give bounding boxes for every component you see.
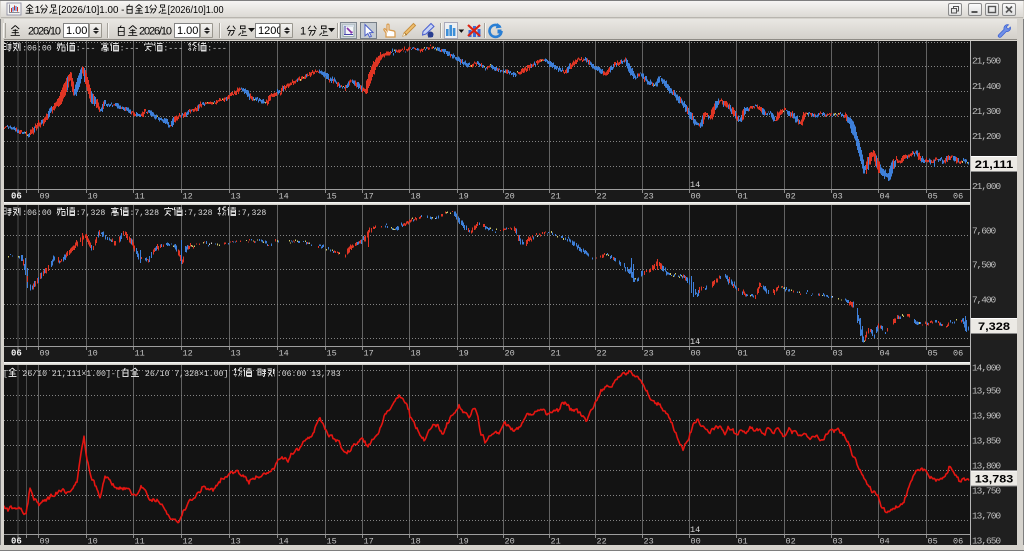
- svg-text:1: 1: [144, 4, 150, 16]
- svg-text:1: 1: [300, 26, 306, 38]
- svg-text:[2026/10]1.00 -: [2026/10]1.00 -: [58, 4, 124, 16]
- svg-text:2026/10: 2026/10: [28, 26, 61, 38]
- svg-text:2026/10: 2026/10: [139, 26, 172, 38]
- svg-text:1: 1: [35, 4, 41, 16]
- svg-text:[2026/10]1.00: [2026/10]1.00: [168, 4, 224, 16]
